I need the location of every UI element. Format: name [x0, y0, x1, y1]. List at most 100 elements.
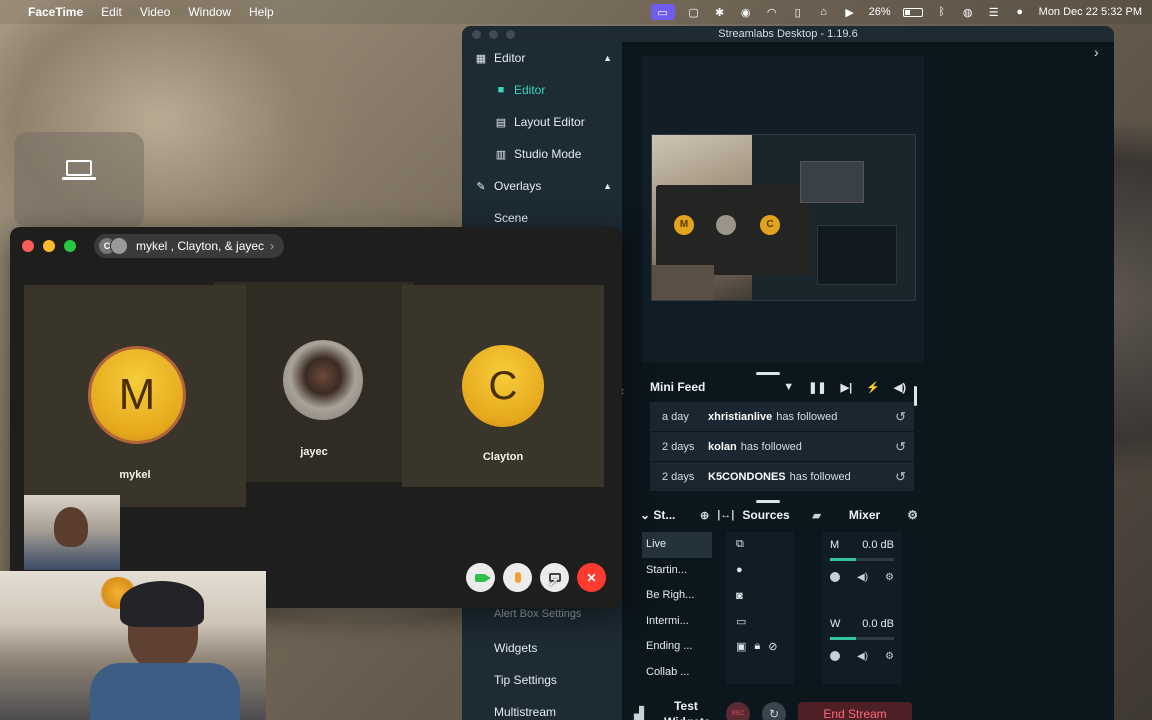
nav-widgets[interactable]: Widgets: [462, 632, 622, 664]
facetime-titlebar[interactable]: C mykel , Clayton, & jayec ›: [10, 227, 622, 265]
desktop-widget[interactable]: [14, 132, 144, 228]
image-icon: ▣: [736, 641, 747, 654]
gear-icon[interactable]: ⚙: [885, 651, 894, 662]
streamlabs-titlebar[interactable]: Streamlabs Desktop - 1.19.6: [462, 26, 1114, 42]
speaker-icon[interactable]: ◀): [857, 572, 868, 583]
gear-icon[interactable]: ⚙: [885, 572, 894, 583]
nav-overlays-section[interactable]: ✎ Overlays ▲: [462, 170, 622, 202]
nav-studio-mode[interactable]: ▥ Studio Mode: [462, 138, 622, 170]
mute-alerts-icon[interactable]: ⚡: [866, 381, 880, 394]
feed-event[interactable]: a day xhristianlive has followed ↺: [650, 402, 914, 432]
feed-event[interactable]: 2 days kolan has followed ↺: [650, 432, 914, 462]
source-item[interactable]: ▣ 🔒︎ ⊘: [726, 634, 794, 660]
replay-buffer-icon[interactable]: ↻: [762, 702, 786, 720]
play-icon[interactable]: ▶: [843, 6, 857, 19]
minimize-button[interactable]: [489, 30, 498, 39]
wifi-icon[interactable]: ◠: [765, 6, 779, 19]
end-call-button[interactable]: ✕: [577, 563, 606, 592]
lock-icon[interactable]: 🔒︎: [754, 640, 760, 653]
menu-edit[interactable]: Edit: [101, 5, 122, 19]
nav-editor-section[interactable]: ▦ Editor ▲: [462, 42, 622, 74]
scene-item[interactable]: Live: [642, 532, 712, 558]
menu-window[interactable]: Window: [188, 5, 231, 19]
volume-slider[interactable]: [830, 637, 894, 640]
nav-multistream[interactable]: Multistream: [462, 696, 622, 720]
gear-icon[interactable]: ⚙: [907, 508, 918, 522]
skip-icon[interactable]: ▶|: [841, 381, 853, 394]
monitor-dot-icon[interactable]: [830, 651, 840, 661]
video-camera-icon: [475, 573, 491, 582]
bluetooth-icon[interactable]: ᛒ: [935, 6, 949, 18]
self-view-thumbnail[interactable]: [24, 495, 120, 570]
camera-toggle-button[interactable]: [466, 563, 495, 592]
scene-transition-icon[interactable]: |↔|: [717, 509, 734, 522]
vpn-icon[interactable]: ⌂: [817, 6, 831, 18]
menu-app-name[interactable]: FaceTime: [28, 5, 83, 19]
menu-video[interactable]: Video: [140, 5, 170, 19]
camera-overlay[interactable]: [0, 571, 266, 720]
end-stream-button[interactable]: End Stream: [798, 702, 912, 720]
source-item[interactable]: ●: [726, 558, 794, 584]
replay-icon[interactable]: ↺: [895, 439, 906, 455]
editor-section-icon: ▦: [475, 52, 487, 65]
filter-icon[interactable]: ▼: [783, 381, 794, 394]
volume-icon[interactable]: ◀): [894, 381, 906, 394]
source-item[interactable]: ⧉: [726, 532, 794, 558]
participant-tile-mykel[interactable]: M mykel: [24, 285, 246, 507]
menu-help[interactable]: Help: [249, 5, 274, 19]
zoom-button[interactable]: [506, 30, 515, 39]
feed-event[interactable]: 2 days K5CONDONES has followed ↺: [650, 462, 914, 492]
participant-name: Clayton: [482, 451, 524, 463]
display-icon[interactable]: ▢: [687, 6, 701, 19]
volume-slider[interactable]: [830, 558, 894, 561]
stream-preview[interactable]: M C: [651, 134, 916, 301]
eye-off-icon[interactable]: ⊘: [768, 640, 777, 653]
mute-button[interactable]: [503, 563, 532, 592]
participant-tile-clayton[interactable]: C Clayton: [402, 285, 604, 487]
nav-layout-editor[interactable]: ▤ Layout Editor: [462, 106, 622, 138]
menu-clock[interactable]: Mon Dec 22 5:32 PM: [1039, 6, 1142, 18]
folder-icon[interactable]: ▰: [812, 509, 820, 522]
monitor-icon: ▭: [736, 615, 747, 628]
source-controls: ▰: [812, 509, 820, 522]
siri-icon[interactable]: ◍: [961, 6, 975, 19]
minimize-button[interactable]: [43, 240, 55, 252]
resize-handle[interactable]: [756, 500, 780, 503]
zoom-button[interactable]: [64, 240, 76, 252]
scene-item[interactable]: Intermi...: [642, 609, 712, 635]
event-user: K5CONDONES: [708, 470, 786, 483]
speaker-icon[interactable]: ◀): [857, 651, 868, 662]
stats-icon[interactable]: ▟: [634, 706, 644, 720]
source-item[interactable]: ◙: [726, 583, 794, 609]
close-button[interactable]: [22, 240, 34, 252]
call-participants-pill[interactable]: C mykel , Clayton, & jayec ›: [94, 234, 285, 258]
test-widgets-button[interactable]: Test Widgets: [664, 698, 711, 720]
nav-alert-box-settings[interactable]: Alert Box Settings: [494, 608, 581, 620]
battery-widget-icon[interactable]: ▯: [791, 6, 805, 19]
record-status-icon[interactable]: ◉: [739, 6, 753, 19]
feed-scrollbar[interactable]: [914, 386, 917, 406]
monitor-dot-icon[interactable]: [830, 572, 840, 582]
screen-share-status-icon[interactable]: ▭: [650, 4, 675, 20]
mini-feed-title: Mini Feed: [650, 380, 706, 394]
record-button[interactable]: REC: [726, 702, 750, 720]
add-scene-icon[interactable]: ⊕: [700, 509, 709, 522]
scene-item[interactable]: Startin...: [642, 558, 712, 584]
sources-title: Sources: [742, 508, 790, 522]
source-item[interactable]: ▭: [726, 609, 794, 635]
streamlabs-tray-icon[interactable]: ✱: [713, 6, 727, 19]
battery-icon[interactable]: [902, 7, 923, 17]
close-button[interactable]: [472, 30, 481, 39]
replay-icon[interactable]: ↺: [895, 409, 906, 425]
scene-item[interactable]: Collab ...: [642, 660, 712, 686]
nav-tip-settings[interactable]: Tip Settings: [462, 664, 622, 696]
scenes-title[interactable]: ⌄ St...: [640, 508, 700, 522]
replay-icon[interactable]: ↺: [895, 469, 906, 485]
chevron-right-icon[interactable]: ›: [1094, 44, 1099, 60]
user-icon[interactable]: ●: [1013, 6, 1027, 18]
nav-editor[interactable]: ■ Editor: [462, 74, 622, 106]
control-center-icon[interactable]: ☰: [987, 6, 1001, 19]
scene-item[interactable]: Ending ...: [642, 634, 712, 660]
pause-icon[interactable]: ❚❚: [808, 381, 826, 394]
scene-item[interactable]: Be Righ...: [642, 583, 712, 609]
